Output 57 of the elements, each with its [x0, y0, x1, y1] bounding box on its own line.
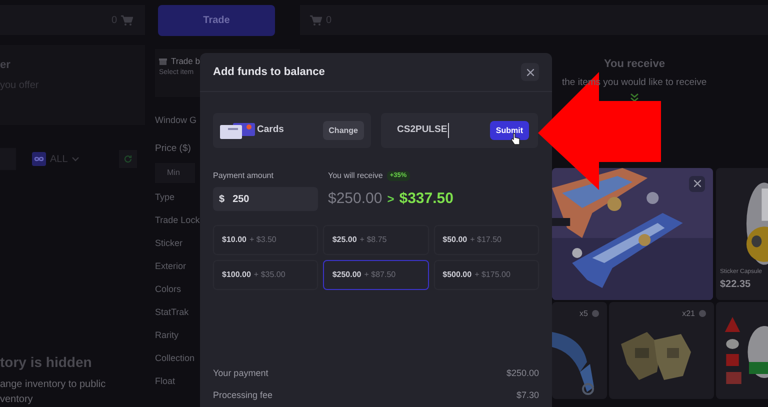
arrow-sign: >	[387, 191, 394, 208]
filter-label: Window G	[155, 114, 197, 127]
filter-label[interactable]: Type	[155, 190, 175, 204]
item-count: x5	[580, 308, 588, 320]
submit-button[interactable]: Submit	[490, 121, 529, 140]
double-chevron-icon	[630, 92, 639, 102]
promo-code-field[interactable]: CS2PULSE Submit	[381, 113, 538, 148]
cart-icon	[121, 14, 133, 26]
payment-amount-field[interactable]: $ 250	[213, 187, 318, 211]
bonus-amount: $337.50	[399, 189, 454, 209]
gift-icon	[159, 57, 167, 66]
close-button[interactable]	[521, 63, 539, 81]
field-label: Payment amount	[213, 170, 274, 182]
amount-option[interactable]: $25.00 + $8.75	[323, 225, 429, 255]
notice-text: ventory	[0, 393, 33, 407]
change-button[interactable]: Change	[322, 121, 364, 140]
coin-icon	[699, 310, 706, 318]
payment-cards-icon	[220, 122, 255, 138]
amount-option[interactable]: $50.00 + $17.50	[434, 225, 539, 255]
field-label: You will receive	[328, 170, 383, 182]
close-icon	[526, 68, 534, 76]
close-button[interactable]	[689, 176, 705, 192]
notice-text: ange inventory to public	[0, 378, 106, 392]
filter-label[interactable]: Rarity	[155, 328, 179, 342]
panel-title: You receive	[604, 57, 665, 72]
filter-label[interactable]: Trade Lock	[155, 212, 200, 227]
summary-label: Your payment	[213, 367, 268, 380]
item-count: x21	[682, 308, 695, 320]
payment-method-label: Cards	[257, 123, 284, 138]
amount-option[interactable]: $100.00 + $35.00	[213, 260, 318, 290]
infinity-icon	[32, 152, 46, 166]
filter-label[interactable]: Sticker	[155, 236, 183, 250]
notice-title: tory is hidden	[0, 353, 93, 372]
item-price: $22.35	[720, 278, 752, 292]
summary-label: Processing fee	[213, 388, 273, 402]
refresh-icon	[124, 155, 132, 163]
filter-label[interactable]: Exterior	[155, 258, 186, 273]
summary-value: $7.30	[516, 388, 539, 402]
filter-label[interactable]: Colors	[155, 282, 182, 296]
min-price-field[interactable]: Min	[155, 162, 195, 183]
filter-label[interactable]: StatTrak	[155, 304, 189, 319]
trade-bot-title: Trade b	[171, 55, 200, 68]
cart-icon	[310, 14, 322, 26]
pointer-cursor-icon	[511, 133, 520, 145]
amount-option[interactable]: $500.00 + $175.00	[434, 260, 539, 290]
close-icon	[694, 180, 700, 188]
filter-label[interactable]: Collection	[155, 350, 195, 365]
dialog-title: Add funds to balance	[213, 64, 325, 80]
filter-label[interactable]: Float	[155, 374, 176, 388]
summary-value: $250.00	[506, 367, 539, 380]
coin-icon	[592, 310, 599, 318]
chevron-down-icon	[72, 156, 79, 162]
base-amount: $250.00	[328, 189, 382, 209]
amount-option[interactable]: $250.00 + $87.50	[323, 260, 429, 290]
trade-button[interactable]: Trade	[158, 5, 275, 36]
amount-option[interactable]: $10.00 + $3.50	[213, 225, 318, 255]
filter-label: Price ($)	[155, 142, 191, 156]
